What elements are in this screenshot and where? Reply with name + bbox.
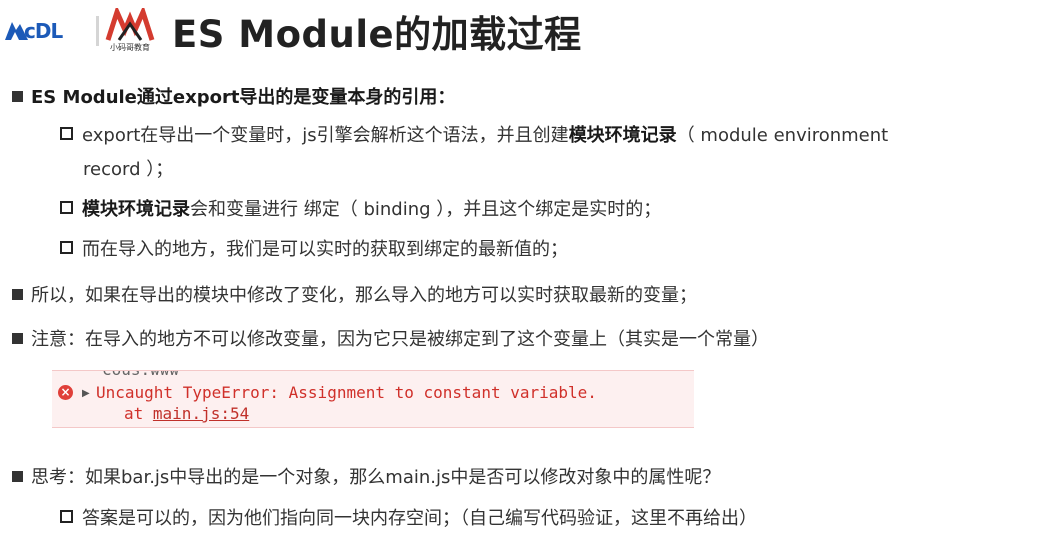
sub-bullet-env-record-line2: record ）； bbox=[83, 159, 174, 180]
error-icon: × bbox=[58, 385, 73, 400]
console-cut-line: cous.www bbox=[102, 371, 179, 379]
sub-bullet-realtime: 而在导入的地方，我们是可以实时的获取到绑定的最新值的； bbox=[60, 238, 568, 262]
logo-divider bbox=[96, 16, 99, 46]
xiaomage-logo: 小码哥教育 bbox=[100, 6, 160, 52]
hollow-square-bullet-icon bbox=[60, 201, 73, 214]
square-bullet-icon bbox=[12, 333, 23, 344]
sub-bullet-answer: 答案是可以的，因为他们指向同一块内存空间；（自己编写代码验证，这里不再给出） bbox=[60, 507, 757, 531]
m-logo-icon bbox=[105, 8, 155, 41]
logo-text: cDL bbox=[24, 19, 63, 43]
hollow-square-bullet-icon bbox=[60, 241, 73, 254]
page-title: ES Module的加载过程 bbox=[172, 13, 582, 56]
bullet-think: 思考：如果bar.js中导出的是一个对象，那么main.js中是否可以修改对象中… bbox=[12, 466, 720, 490]
bullet-export-reference: ES Module通过export导出的是变量本身的引用： bbox=[12, 86, 455, 110]
error-message: Uncaught TypeError: Assignment to consta… bbox=[96, 383, 597, 402]
logo-caption: 小码哥教育 bbox=[110, 43, 150, 52]
sub-bullet-env-record: export在导出一个变量时，js引擎会解析这个语法，并且创建模块环境记录（ m… bbox=[60, 124, 888, 148]
expand-triangle-icon[interactable]: ▶ bbox=[82, 388, 90, 399]
console-error-screenshot: cous.www × ▶ Uncaught TypeError: Assignm… bbox=[52, 370, 694, 428]
square-bullet-icon bbox=[12, 471, 23, 482]
error-location: at main.js:54 bbox=[124, 404, 250, 423]
codewhy-logo: cDL bbox=[2, 14, 94, 48]
bullet-note: 注意：在导入的地方不可以修改变量，因为它只是被绑定到了这个变量上（其实是一个常量… bbox=[12, 328, 769, 352]
slide-header: cDL 小码哥教育 ES Module的加载过程 bbox=[0, 0, 1045, 62]
source-link[interactable]: main.js:54 bbox=[153, 404, 249, 423]
square-bullet-icon bbox=[12, 91, 23, 102]
sub-bullet-binding: 模块环境记录会和变量进行 绑定（ binding ），并且这个绑定是实时的； bbox=[60, 198, 661, 222]
bullet-so: 所以，如果在导出的模块中修改了变化，那么导入的地方可以实时获取最新的变量； bbox=[12, 284, 697, 308]
hollow-square-bullet-icon bbox=[60, 127, 73, 140]
square-bullet-icon bbox=[12, 289, 23, 300]
hollow-square-bullet-icon bbox=[60, 510, 73, 523]
